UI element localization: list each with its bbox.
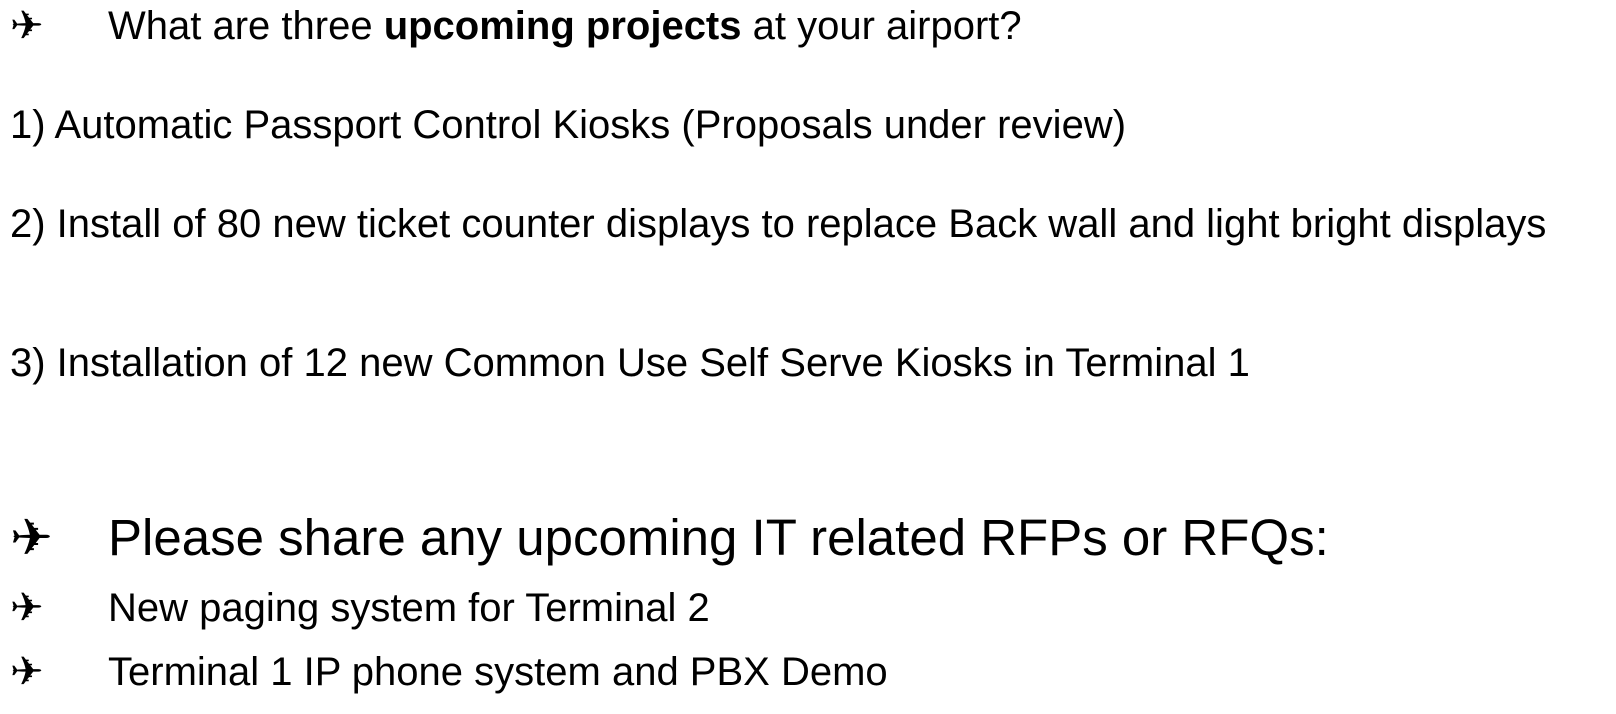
question-prefix: What are three xyxy=(108,4,384,48)
slide-page: ✈ What are three upcoming projects at yo… xyxy=(0,0,1616,714)
airplane-bullet-icon: ✈ xyxy=(10,4,44,48)
rfp-heading: Please share any upcoming IT related RFP… xyxy=(108,509,1329,566)
airplane-bullet-icon: ✈ xyxy=(10,586,44,630)
airplane-bullet-icon: ✈ xyxy=(10,509,53,566)
rfp-item-2-text: Terminal 1 IP phone system and PBX Demo xyxy=(108,650,888,694)
question-text: What are three upcoming projects at your… xyxy=(108,6,1022,46)
airplane-bullet-icon: ✈ xyxy=(10,650,44,694)
rfp-item-1-text: New paging system for Terminal 2 xyxy=(108,586,710,630)
project-item-1: 1) Automatic Passport Control Kiosks (Pr… xyxy=(10,103,1127,147)
project-item-3: 3) Installation of 12 new Common Use Sel… xyxy=(10,341,1250,385)
question-bold-phrase: upcoming projects xyxy=(383,4,742,48)
project-item-2: 2) Install of 80 new ticket counter disp… xyxy=(10,202,1547,246)
question-suffix: at your airport? xyxy=(741,4,1022,48)
